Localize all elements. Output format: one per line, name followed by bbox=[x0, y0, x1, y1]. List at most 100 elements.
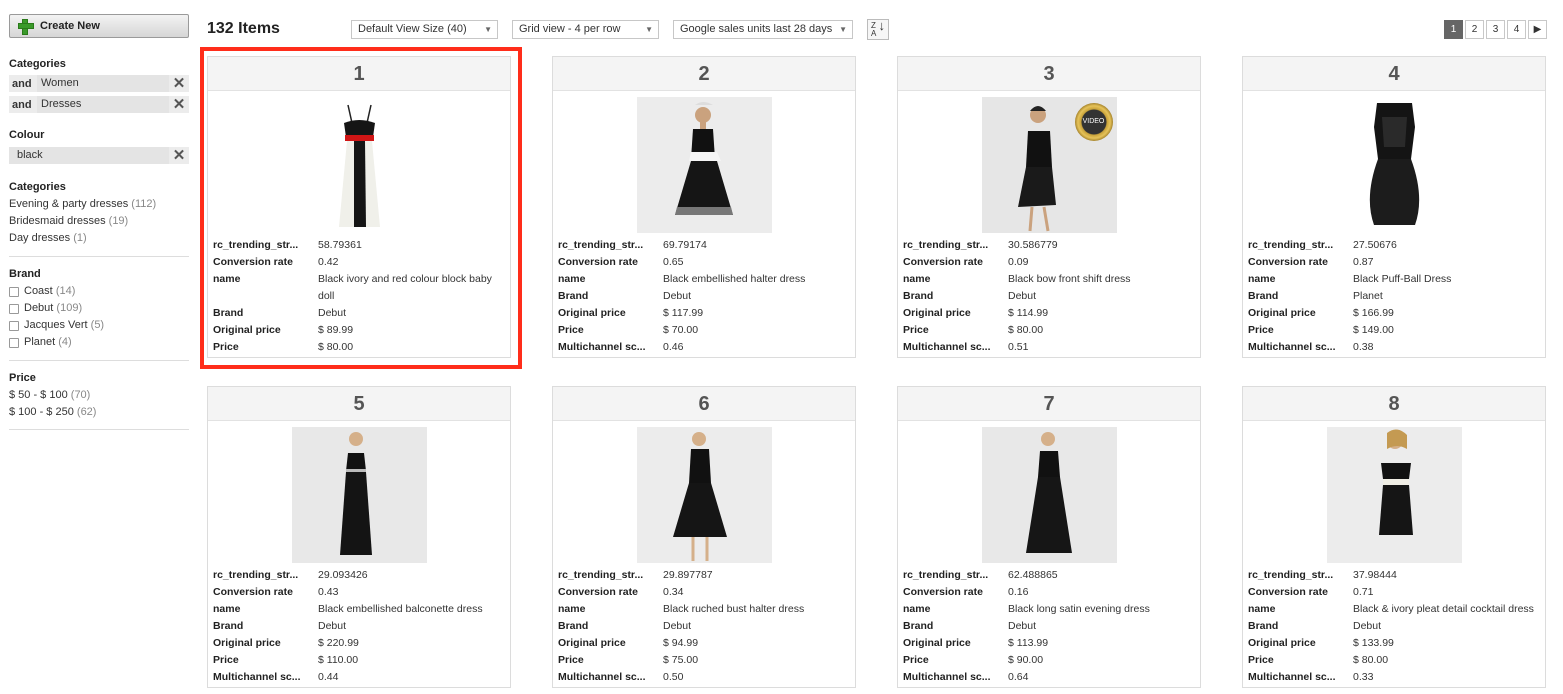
checkbox[interactable] bbox=[9, 303, 19, 314]
attribute-key: rc_trending_str... bbox=[1248, 569, 1334, 581]
colour-title: Colour bbox=[9, 129, 45, 141]
attribute-row: Brand Debut bbox=[213, 305, 510, 322]
page-3-button[interactable]: 3 bbox=[1486, 20, 1505, 39]
sort-by-select[interactable]: Google sales units last 28 days ▼ bbox=[673, 20, 853, 39]
applied-filter-dresses: and Dresses ✕ bbox=[9, 96, 189, 113]
remove-filter-icon[interactable]: ✕ bbox=[169, 75, 189, 92]
remove-filter-icon[interactable]: ✕ bbox=[169, 147, 189, 164]
attribute-row: name Black Puff-Ball Dress bbox=[1248, 271, 1545, 288]
product-image[interactable] bbox=[1326, 97, 1462, 233]
category-label: Evening & party dresses bbox=[9, 198, 129, 210]
filter-value: black bbox=[9, 147, 169, 164]
attribute-key: name bbox=[213, 603, 241, 615]
attribute-row: Brand Debut bbox=[903, 288, 1200, 305]
checkbox[interactable] bbox=[9, 320, 19, 331]
product-card[interactable]: 4 rc_trending_str... 27.50676 Conversion ra… bbox=[1242, 56, 1546, 358]
product-number: 3 bbox=[898, 57, 1200, 91]
attribute-value: Black bow front shift dress bbox=[1008, 273, 1131, 285]
attribute-row: Original price $ 117.99 bbox=[558, 305, 855, 322]
next-page-button[interactable]: ▶ bbox=[1528, 20, 1547, 39]
brand-option[interactable]: Coast (14) bbox=[9, 283, 189, 300]
product-image[interactable]: VIDEO bbox=[981, 97, 1117, 233]
attribute-row: name Black ivory and red colour block bab… bbox=[213, 271, 510, 305]
attribute-row: Multichannel sc... 0.51 bbox=[903, 339, 1200, 356]
attribute-row: Conversion rate 0.34 bbox=[558, 584, 855, 601]
product-image[interactable] bbox=[636, 427, 772, 563]
brand-option[interactable]: Jacques Vert (5) bbox=[9, 317, 189, 334]
product-card[interactable]: 3 VIDEO rc_trending_str... 30.586779 Convers… bbox=[897, 56, 1201, 358]
attribute-row: Brand Debut bbox=[903, 618, 1200, 635]
attribute-row: name Black bow front shift dress bbox=[903, 271, 1200, 288]
page-2-button[interactable]: 2 bbox=[1465, 20, 1484, 39]
view-size-select[interactable]: Default View Size (40) ▼ bbox=[351, 20, 498, 39]
product-card[interactable]: 6 rc_trending_str... 29.897787 Conversion r… bbox=[552, 386, 856, 688]
brand-option[interactable]: Debut (109) bbox=[9, 300, 189, 317]
product-card[interactable]: 8 rc_trending_str... 37.98444 Conversion ra… bbox=[1242, 386, 1546, 688]
sort-direction-button[interactable]: Z A ↓ bbox=[867, 19, 889, 40]
attribute-value: 29.093426 bbox=[318, 569, 368, 581]
product-image[interactable] bbox=[981, 427, 1117, 563]
product-image[interactable] bbox=[636, 97, 772, 233]
attribute-value: $ 90.00 bbox=[1008, 654, 1044, 666]
attribute-key: Multichannel sc... bbox=[903, 341, 991, 353]
attribute-key: Original price bbox=[1248, 307, 1316, 319]
attribute-row: Brand Debut bbox=[558, 288, 855, 305]
brand-option[interactable]: Planet (4) bbox=[9, 334, 189, 351]
attribute-value: 0.16 bbox=[1008, 586, 1029, 598]
attribute-row: rc_trending_str... 58.79361 bbox=[213, 237, 510, 254]
price-title: Price bbox=[9, 372, 36, 384]
plus-icon bbox=[18, 19, 34, 35]
product-card[interactable]: 7 rc_trending_str... 62.488865 Conversion r… bbox=[897, 386, 1201, 688]
page-4-button[interactable]: 4 bbox=[1507, 20, 1526, 39]
attribute-value: 62.488865 bbox=[1008, 569, 1058, 581]
product-card[interactable]: 1 rc_trending_str... 58.79361 Conversion ra… bbox=[207, 56, 511, 358]
attribute-key: Brand bbox=[1248, 620, 1279, 632]
brand-title: Brand bbox=[9, 268, 41, 280]
chevron-down-icon: ▼ bbox=[484, 25, 492, 34]
attribute-value: 0.33 bbox=[1353, 671, 1374, 683]
attribute-key: name bbox=[903, 273, 931, 285]
brand-label: Coast bbox=[24, 285, 53, 297]
attribute-value: 29.897787 bbox=[663, 569, 713, 581]
attribute-value: 0.34 bbox=[663, 586, 684, 598]
attribute-key: Brand bbox=[558, 290, 589, 302]
page-1-button[interactable]: 1 bbox=[1444, 20, 1463, 39]
attribute-value: 37.98444 bbox=[1353, 569, 1397, 581]
product-image[interactable] bbox=[291, 97, 427, 233]
checkbox[interactable] bbox=[9, 337, 19, 348]
product-image[interactable] bbox=[291, 427, 427, 563]
attribute-value: 0.87 bbox=[1353, 256, 1374, 268]
checkbox[interactable] bbox=[9, 286, 19, 297]
product-image[interactable] bbox=[1326, 427, 1462, 563]
price-link[interactable]: $ 100 - $ 250 (62) bbox=[9, 404, 189, 421]
video-badge-icon[interactable]: VIDEO bbox=[1074, 103, 1113, 141]
grid-view-select[interactable]: Grid view - 4 per row ▼ bbox=[512, 20, 659, 39]
brand-count: (4) bbox=[58, 336, 72, 348]
attribute-row: Conversion rate 0.65 bbox=[558, 254, 855, 271]
create-new-button[interactable]: Create New bbox=[9, 14, 189, 38]
attribute-row: Brand Planet bbox=[1248, 288, 1545, 305]
attribute-value: Debut bbox=[1008, 620, 1037, 632]
attribute-key: Conversion rate bbox=[558, 256, 638, 268]
attribute-key: Original price bbox=[213, 324, 281, 336]
attribute-key: rc_trending_str... bbox=[903, 569, 989, 581]
category-link[interactable]: Bridesmaid dresses (19) bbox=[9, 213, 189, 230]
attribute-row: rc_trending_str... 29.897787 bbox=[558, 567, 855, 584]
attribute-value: 0.65 bbox=[663, 256, 684, 268]
product-attributes: rc_trending_str... 58.79361 Conversion rat… bbox=[208, 233, 510, 356]
product-card[interactable]: 5 rc_trending_str... 29.093426 Conversion r… bbox=[207, 386, 511, 688]
items-count: 132 Items bbox=[207, 20, 280, 37]
price-link[interactable]: $ 50 - $ 100 (70) bbox=[9, 387, 189, 404]
product-attributes: rc_trending_str... 37.98444 Conversion rat… bbox=[1243, 563, 1545, 686]
category-link[interactable]: Day dresses (1) bbox=[9, 230, 189, 247]
attribute-row: Conversion rate 0.09 bbox=[903, 254, 1200, 271]
grid-view-value: Grid view - 4 per row bbox=[519, 23, 621, 35]
applied-categories-title: Categories bbox=[9, 58, 66, 70]
product-card[interactable]: 2 rc_trending_str... 69.79174 Conversion ra… bbox=[552, 56, 856, 358]
product-number: 6 bbox=[553, 387, 855, 421]
product-number: 2 bbox=[553, 57, 855, 91]
category-link[interactable]: Evening & party dresses (112) bbox=[9, 196, 189, 213]
remove-filter-icon[interactable]: ✕ bbox=[169, 96, 189, 113]
attribute-key: Multichannel sc... bbox=[1248, 341, 1336, 353]
attribute-row: name Black long satin evening dress bbox=[903, 601, 1200, 618]
